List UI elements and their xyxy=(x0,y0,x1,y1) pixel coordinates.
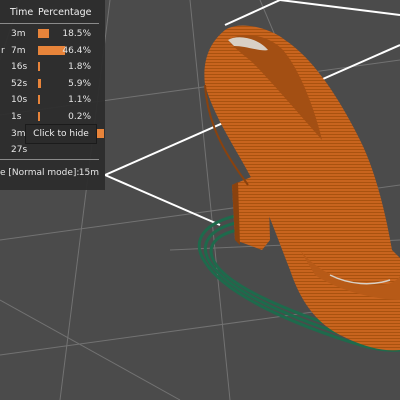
legend-row[interactable]: r 7m 46.4% xyxy=(0,44,105,60)
legend-row-percentage: 1.1% xyxy=(68,95,91,106)
legend-row[interactable]: 3m 18.5% xyxy=(0,27,105,43)
legend-row-bar xyxy=(38,112,40,121)
legend-row[interactable]: 10s 1.1% xyxy=(0,93,105,109)
legend-separator xyxy=(0,23,99,24)
legend-row-percentage: 0.2% xyxy=(68,112,91,122)
legend-row-percentage: 5.9% xyxy=(68,78,91,89)
legend-separator-bottom xyxy=(0,159,99,160)
legend-row-time: 27s xyxy=(11,145,28,156)
legend-row[interactable]: 16s 1.8% xyxy=(0,60,105,76)
legend-row-edge-label: r xyxy=(1,45,5,56)
legend-row-bar xyxy=(38,45,65,55)
legend-row-time: 3m xyxy=(11,128,26,139)
tooltip-click-to-hide: Click to hide xyxy=(25,124,97,144)
estimated-time-value: 15m xyxy=(78,168,99,178)
legend-panel: Time Percentage 3m 18.5% r 7m 46.4% 16s 1.8% 52… xyxy=(0,0,105,190)
legend-row[interactable]: 52s 5.9% xyxy=(0,77,105,93)
legend-header-time: Time xyxy=(10,7,34,18)
estimated-time-row: e [Normal mode]: 15m xyxy=(0,168,105,182)
legend-row-time: 1s xyxy=(11,112,22,122)
legend-row-bar xyxy=(38,29,49,38)
legend-row-percentage: 46.4% xyxy=(62,45,91,56)
legend-row-bar xyxy=(38,78,42,88)
legend-row-percentage: 18.5% xyxy=(62,29,91,39)
legend-row-time: 52s xyxy=(11,78,28,89)
legend-row-time: 7m xyxy=(11,45,26,56)
legend-row-bar xyxy=(38,62,40,72)
legend-row[interactable]: 27s xyxy=(0,143,105,159)
legend-row-time: 10s xyxy=(11,95,28,106)
estimated-time-label: e [Normal mode]: xyxy=(0,168,80,178)
legend-row-percentage: 1.8% xyxy=(68,62,91,73)
legend-row-time: 3m xyxy=(11,29,26,39)
legend-row-bar xyxy=(38,95,40,105)
legend-header-percentage: Percentage xyxy=(38,7,92,18)
legend-row-time: 16s xyxy=(11,62,28,73)
